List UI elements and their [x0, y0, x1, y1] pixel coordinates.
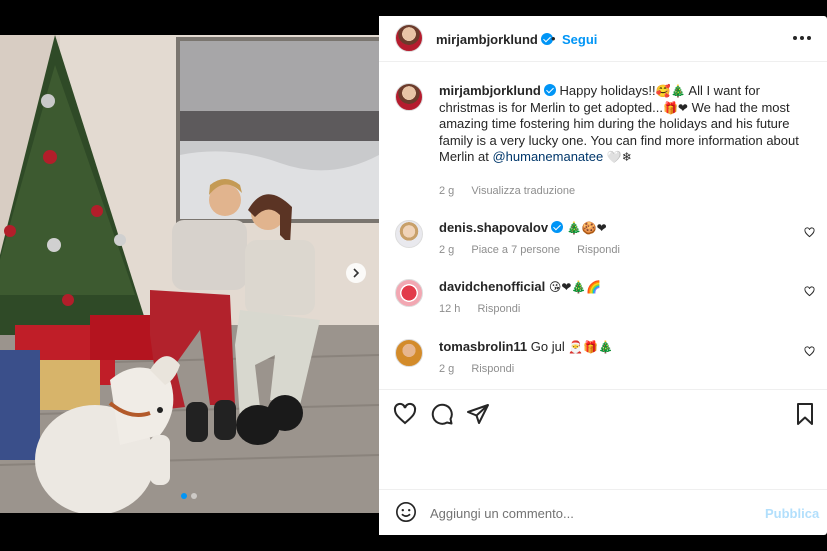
- heart-icon[interactable]: [393, 402, 417, 426]
- comment-3: tomasbrolin11 Go jul 🎅🎁🎄: [439, 339, 799, 356]
- caption-emoji-3: 🤍❄: [606, 150, 632, 164]
- caption-emoji-1: 🥰🎄: [655, 84, 686, 98]
- avatar-denis[interactable]: [395, 220, 423, 248]
- comment-3-reply[interactable]: Rispondi: [471, 363, 514, 375]
- more-options-icon[interactable]: [787, 28, 817, 48]
- post-modal: mirjambjorklund • Segui mirjambjorklund …: [0, 0, 827, 551]
- caption-time: 2 g: [439, 185, 455, 197]
- comment-1-username[interactable]: denis.shapovalov: [439, 220, 548, 235]
- comment-2-reply[interactable]: Rispondi: [477, 303, 520, 315]
- post-details-panel: mirjambjorklund • Segui mirjambjorklund …: [379, 16, 827, 535]
- add-comment-bar: Pubblica: [379, 490, 827, 535]
- emoji-icon[interactable]: [395, 501, 417, 523]
- comment-3-username[interactable]: tomasbrolin11: [439, 339, 527, 354]
- avatar-heart-flag[interactable]: [395, 279, 423, 307]
- caption-meta: 2 g Visualizza traduzione: [439, 185, 589, 197]
- post-header: mirjambjorklund • Segui: [379, 16, 827, 62]
- author-username-group[interactable]: mirjambjorklund: [436, 32, 553, 47]
- bookmark-icon[interactable]: [793, 402, 817, 426]
- comment-2: davidchenofficial 😘❤🎄🌈: [439, 279, 799, 296]
- comment-3-like-heart-icon[interactable]: [804, 346, 815, 357]
- author-avatar[interactable]: [395, 24, 423, 52]
- comment-3-emojis: 🎅🎁🎄: [568, 340, 614, 354]
- comment-1-like-heart-icon[interactable]: [804, 227, 815, 238]
- post-photo[interactable]: [0, 35, 379, 513]
- caption-emoji-2: 🎁❤: [662, 100, 688, 115]
- caption-username[interactable]: mirjambjorklund: [439, 83, 541, 98]
- carousel-dot-2: [191, 493, 197, 499]
- avatar-tomas[interactable]: [395, 339, 423, 367]
- comment-input[interactable]: [430, 503, 730, 523]
- comment-2-time: 12 h: [439, 303, 461, 315]
- comment-1-reply[interactable]: Rispondi: [577, 244, 620, 256]
- carousel-dot-1: [181, 493, 187, 499]
- comment-1-meta: 2 g Piace a 7 persone Rispondi: [439, 244, 634, 256]
- mention-link[interactable]: @humanemanatee: [492, 149, 603, 164]
- comment-1-time: 2 g: [439, 244, 455, 256]
- caption-author-avatar[interactable]: [395, 83, 423, 111]
- comment-icon[interactable]: [430, 402, 454, 426]
- comment-1-likes[interactable]: Piace a 7 persone: [471, 244, 560, 256]
- post-actions: [379, 390, 827, 440]
- carousel-next-button[interactable]: [346, 263, 366, 283]
- verified-badge-icon: [551, 221, 564, 233]
- author-username[interactable]: mirjambjorklund: [436, 32, 538, 47]
- comment-2-emojis: 😘❤🎄🌈: [548, 280, 602, 294]
- comment-1: denis.shapovalov 🎄🍪❤: [439, 220, 799, 237]
- comment-1-emojis: 🎄🍪❤: [566, 221, 607, 235]
- caption-text-1: Happy holidays!!: [559, 83, 656, 98]
- comment-3-meta: 2 g Rispondi: [439, 363, 528, 375]
- see-translation-link[interactable]: Visualizza traduzione: [471, 185, 575, 197]
- verified-badge-icon: [543, 84, 556, 96]
- comment-3-time: 2 g: [439, 363, 455, 375]
- caption: mirjambjorklund Happy holidays!!🥰🎄 All I…: [439, 83, 811, 166]
- comment-2-meta: 12 h Rispondi: [439, 303, 534, 315]
- separator: •: [551, 31, 556, 46]
- comment-3-text: Go jul: [530, 339, 569, 354]
- follow-button[interactable]: Segui: [562, 32, 597, 47]
- carousel-indicator: [181, 493, 197, 499]
- comments-list: mirjambjorklund Happy holidays!!🥰🎄 All I…: [379, 62, 827, 389]
- photo-illustration: [0, 35, 379, 513]
- comment-2-username[interactable]: davidchenofficial: [439, 279, 545, 294]
- comment-2-like-heart-icon[interactable]: [804, 286, 815, 297]
- share-icon[interactable]: [466, 402, 490, 426]
- chevron-right-icon: [353, 268, 360, 278]
- publish-button[interactable]: Pubblica: [765, 506, 819, 521]
